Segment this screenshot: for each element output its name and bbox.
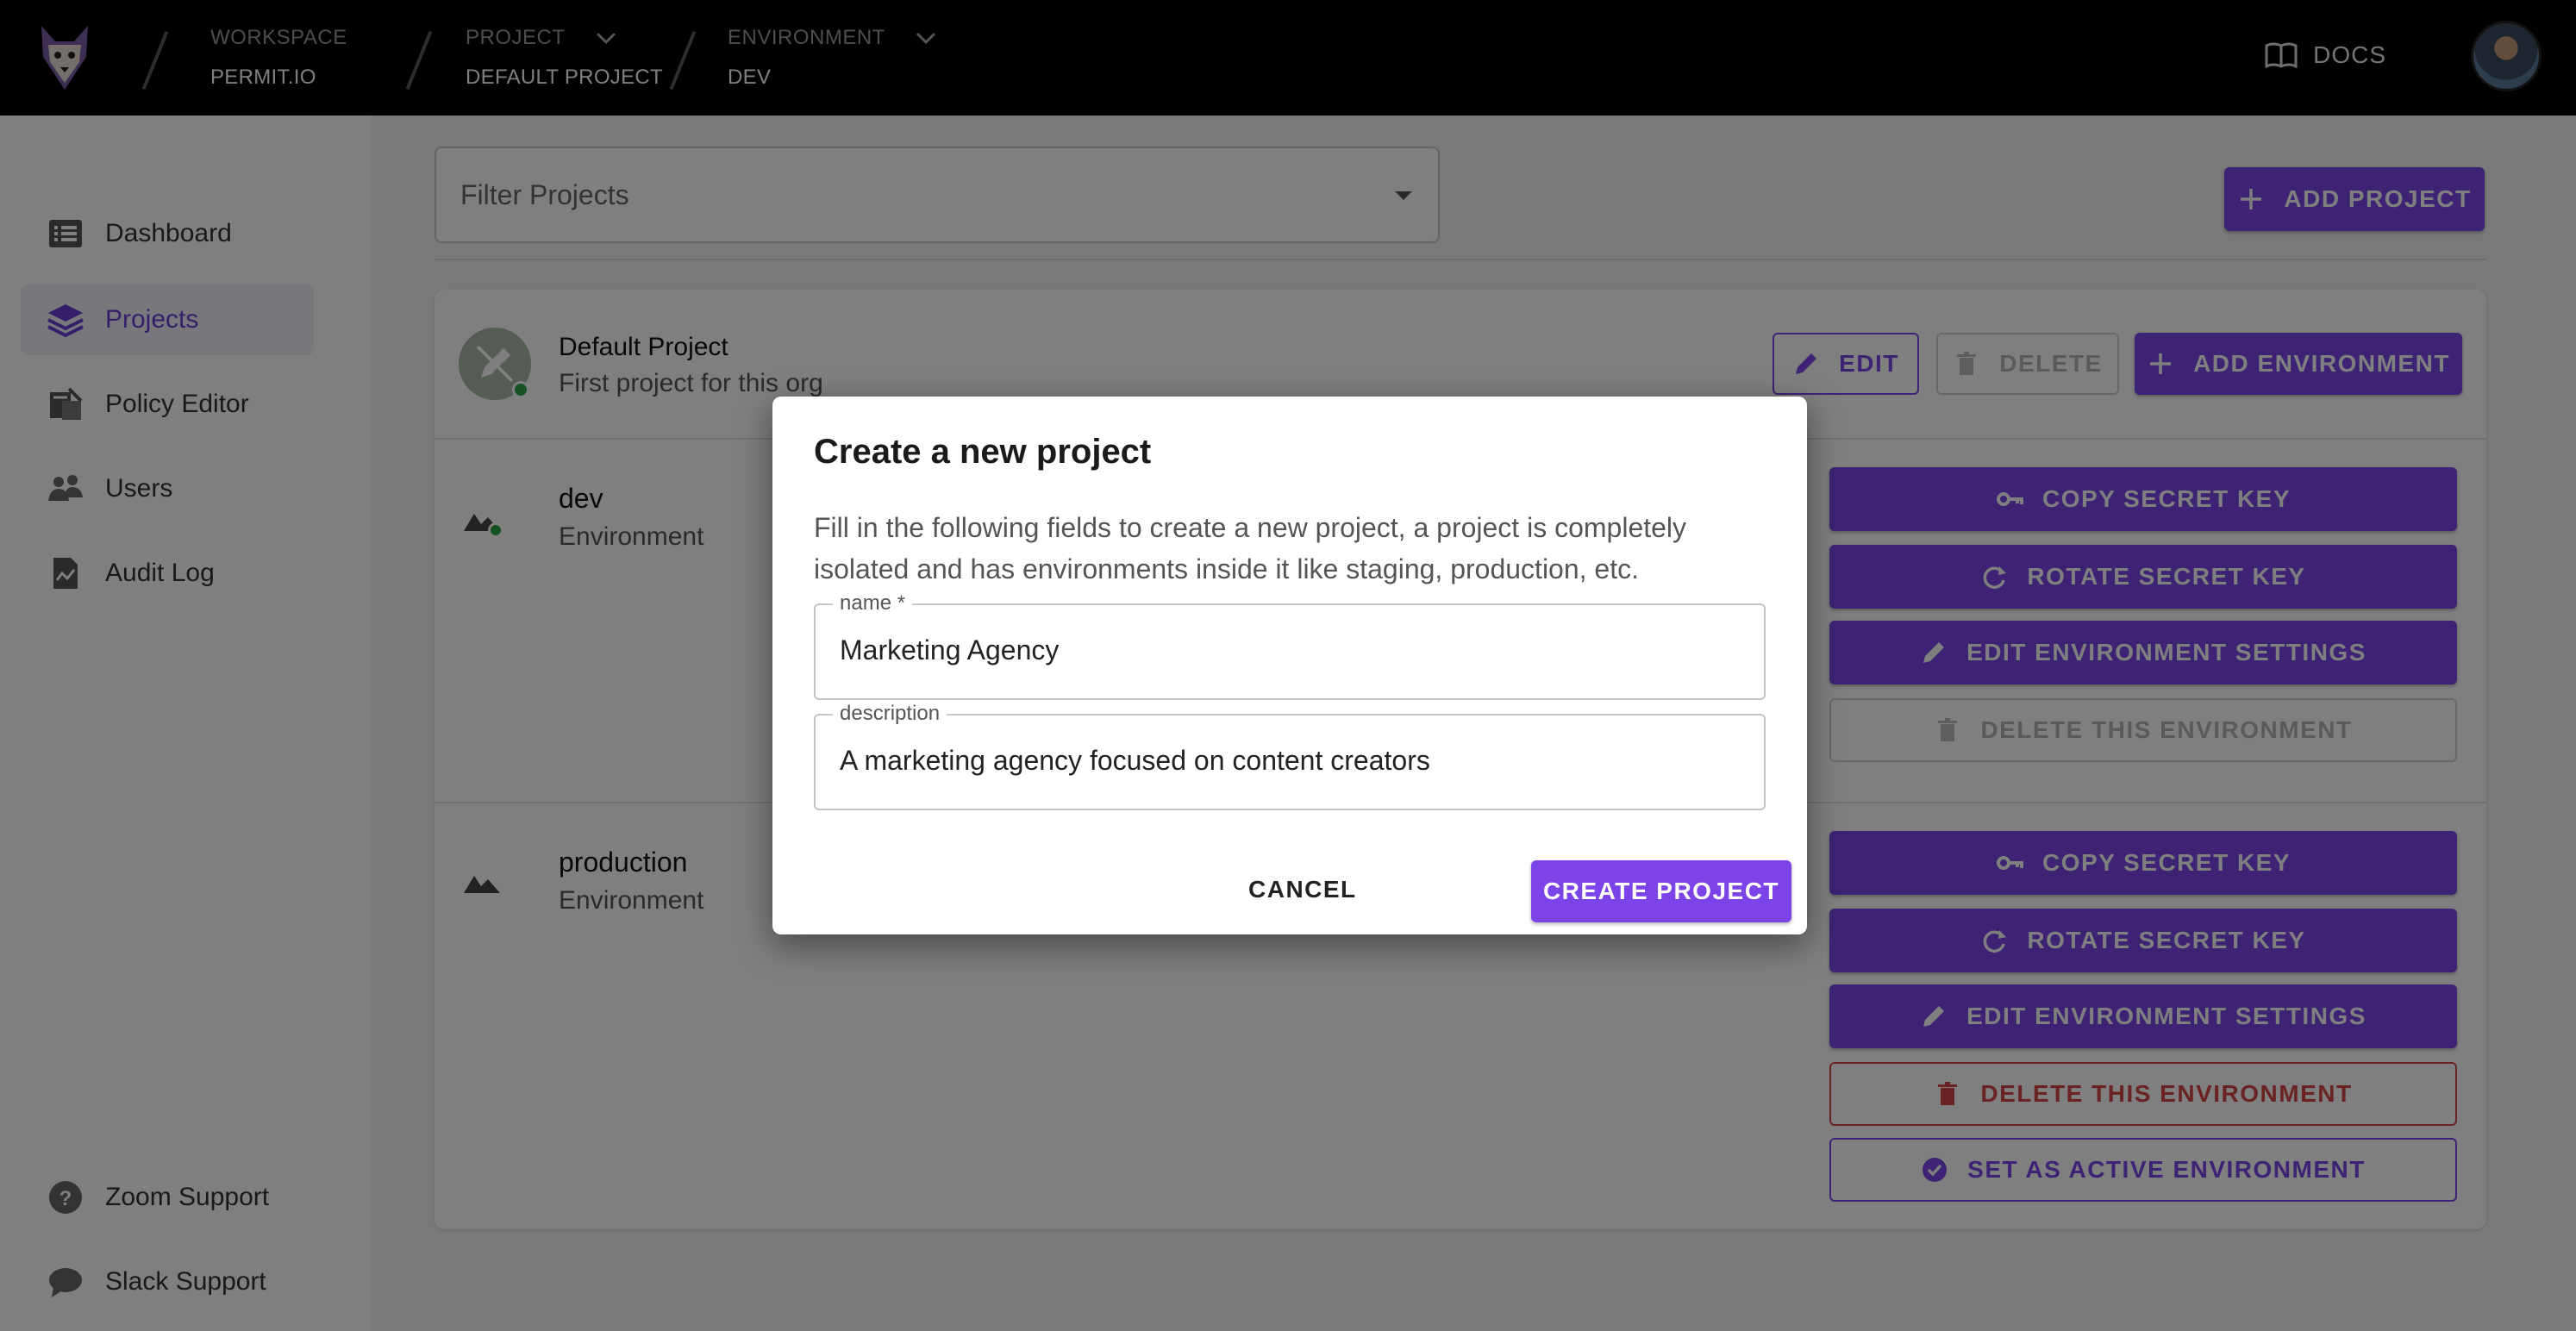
create-project-label: CREATE PROJECT <box>1542 878 1780 904</box>
create-project-button[interactable]: CREATE PROJECT <box>1531 860 1791 922</box>
description-field[interactable]: description A marketing agency focused o… <box>814 702 1766 810</box>
dialog-title: Create a new project <box>814 433 1152 471</box>
create-project-dialog: Create a new project Fill in the followi… <box>772 397 1807 934</box>
name-field[interactable]: name * Marketing Agency <box>814 591 1766 700</box>
dialog-description: Fill in the following fields to create a… <box>814 512 1687 584</box>
description-input[interactable]: A marketing agency focused on content cr… <box>840 745 1430 777</box>
name-input[interactable]: Marketing Agency <box>840 634 1059 666</box>
cancel-button[interactable]: CANCEL <box>1231 859 1374 921</box>
name-field-label: name * <box>833 591 913 616</box>
description-field-label: description <box>833 702 947 726</box>
